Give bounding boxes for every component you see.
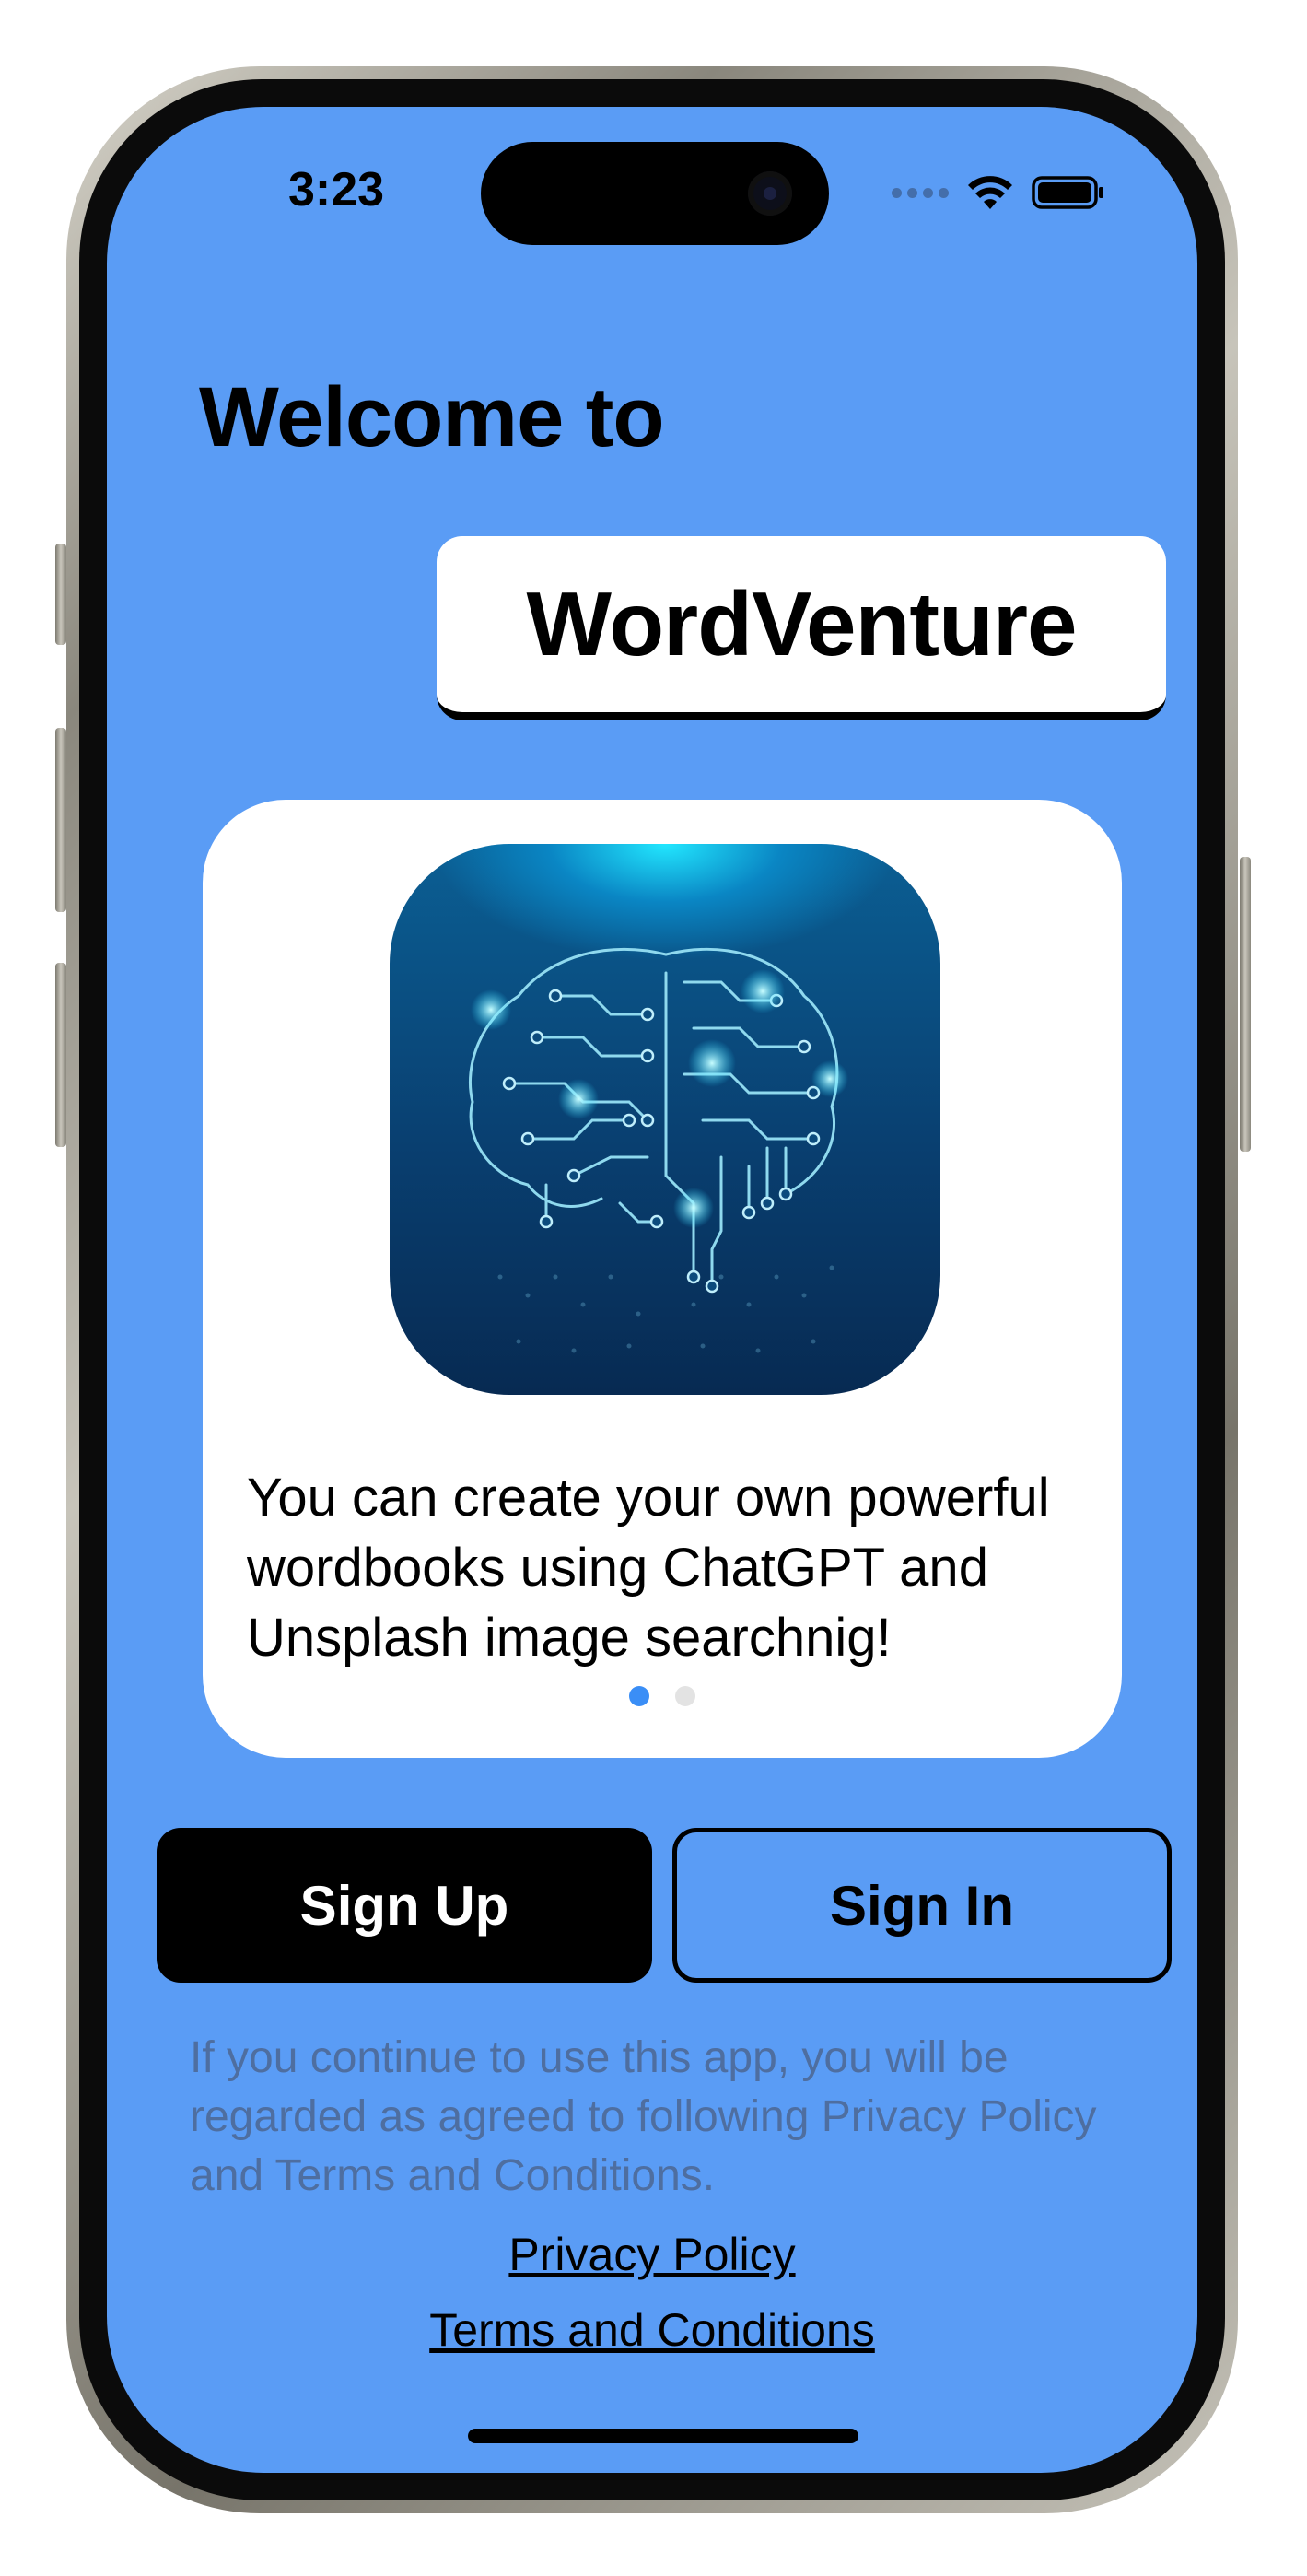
sign-up-button[interactable]: Sign Up [157, 1828, 652, 1983]
onboarding-description: You can create your own powerful wordboo… [247, 1468, 1050, 1668]
app-name-box: WordVenture [437, 536, 1166, 720]
volume-up-button [55, 728, 66, 912]
wifi-icon [968, 176, 1012, 209]
action-button [55, 544, 66, 645]
privacy-policy-link[interactable]: Privacy Policy [107, 2228, 1197, 2281]
dynamic-island [481, 142, 829, 245]
battery-icon [1032, 176, 1103, 209]
app-name: WordVenture [526, 573, 1077, 674]
front-camera-icon [748, 171, 792, 216]
onboarding-card[interactable]: You can create your own powerful wordboo… [203, 800, 1122, 1758]
sign-in-button[interactable]: Sign In [672, 1828, 1172, 1983]
status-time: 3:23 [287, 163, 385, 217]
signal-dots-icon [892, 187, 949, 198]
page-dot-1[interactable] [629, 1686, 649, 1706]
status-icons [892, 170, 1105, 216]
app-screen: 3:23 Welcome to WordVenture You can crea… [107, 107, 1197, 2473]
page-indicator[interactable] [203, 1686, 1122, 1706]
terms-notice: If you continue to use this app, you wil… [190, 2033, 1097, 2200]
volume-down-button [55, 963, 66, 1147]
ai-brain-image [390, 844, 940, 1395]
power-button [1240, 857, 1251, 1152]
home-indicator[interactable] [468, 2429, 858, 2443]
terms-and-conditions-link[interactable]: Terms and Conditions [107, 2303, 1197, 2357]
welcome-heading: Welcome to [199, 370, 665, 464]
brain-circuit-icon [468, 947, 848, 1353]
page-dot-2[interactable] [675, 1686, 695, 1706]
